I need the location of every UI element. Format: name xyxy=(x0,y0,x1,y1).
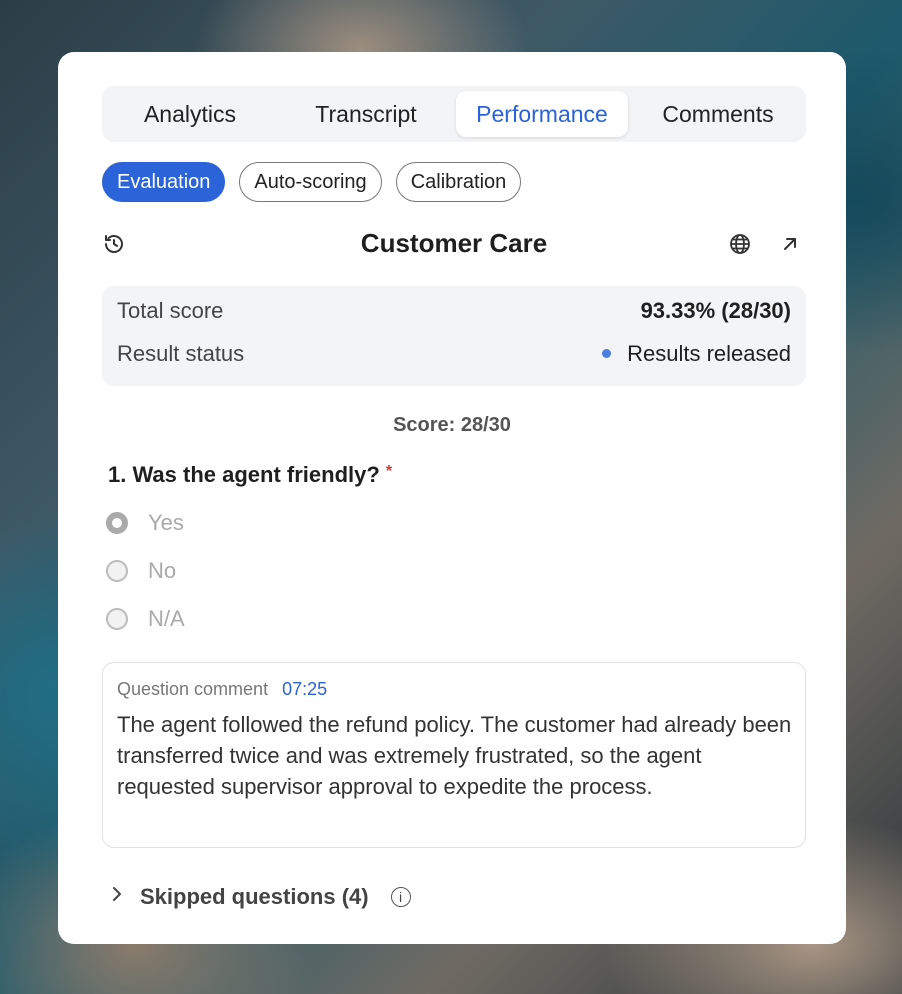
status-dot-icon xyxy=(602,348,612,358)
result-status-value: Results released xyxy=(627,341,791,366)
subtab-auto-scoring[interactable]: Auto-scoring xyxy=(239,162,382,202)
option-no[interactable]: No xyxy=(106,558,176,584)
option-na[interactable]: N/A xyxy=(106,606,185,632)
result-status-label: Result status xyxy=(117,341,245,366)
question-number: 1. xyxy=(108,462,127,487)
form-header: Customer Care xyxy=(102,224,806,264)
comment-label: Question comment xyxy=(117,679,269,699)
option-yes[interactable]: Yes xyxy=(106,510,184,536)
question-comment: Question comment 07:25 The agent followed… xyxy=(102,662,806,848)
result-status-value-wrap: Results released xyxy=(602,341,791,367)
section-score: Score: 28/30 xyxy=(393,414,511,436)
skipped-questions-toggle[interactable]: Skipped questions (4) i xyxy=(110,884,411,910)
comment-text: The agent followed the refund policy. Th… xyxy=(117,712,792,799)
chevron-right-icon xyxy=(110,885,124,909)
option-no-label: No xyxy=(148,558,177,583)
subtab-group: Evaluation Auto-scoring Calibration xyxy=(102,162,522,202)
tab-performance[interactable]: Performance xyxy=(456,91,628,137)
required-marker: * xyxy=(385,463,393,480)
question-text: Was the agent friendly? xyxy=(132,462,380,487)
tab-comments[interactable]: Comments xyxy=(630,91,806,137)
score-summary: Total score 93.33% (28/30) Result status… xyxy=(102,286,806,386)
radio-no[interactable] xyxy=(106,560,128,582)
option-na-label: N/A xyxy=(148,606,185,631)
comment-timestamp-link[interactable]: 07:25 xyxy=(282,679,327,699)
total-score-row: Total score 93.33% (28/30) xyxy=(117,298,791,324)
result-status-row: Result status Results released xyxy=(117,341,791,367)
question-title: 1. Was the agent friendly? * xyxy=(108,462,392,488)
form-title: Customer Care xyxy=(360,228,548,258)
tab-transcript[interactable]: Transcript xyxy=(278,91,454,137)
evaluation-panel: Analytics Transcript Performance Comment… xyxy=(58,52,846,944)
subtab-calibration[interactable]: Calibration xyxy=(395,162,522,202)
subtab-evaluation[interactable]: Evaluation xyxy=(102,162,226,202)
tab-bar: Analytics Transcript Performance Comment… xyxy=(102,86,806,142)
option-yes-label: Yes xyxy=(148,510,184,535)
external-link-icon[interactable] xyxy=(778,232,804,258)
comment-header: Question comment 07:25 xyxy=(117,679,327,700)
info-icon[interactable]: i xyxy=(390,887,411,907)
radio-yes[interactable] xyxy=(106,512,128,534)
total-score-value: 93.33% (28/30) xyxy=(640,298,791,323)
globe-icon[interactable] xyxy=(728,232,754,258)
total-score-label: Total score xyxy=(117,298,224,323)
tab-analytics[interactable]: Analytics xyxy=(102,91,278,137)
skipped-questions-label: Skipped questions (4) xyxy=(140,884,369,909)
radio-na[interactable] xyxy=(106,608,128,630)
